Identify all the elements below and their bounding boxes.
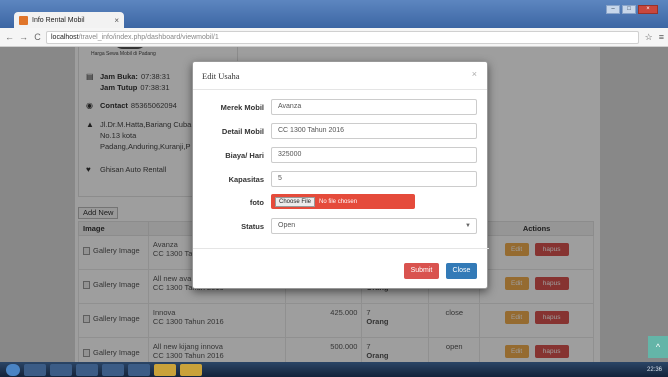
os-taskbar: 22:36	[0, 362, 668, 377]
modal-title: Edit Usaha	[202, 71, 240, 81]
maximize-button[interactable]: □	[622, 5, 636, 14]
modal-header: Edit Usaha ×	[193, 62, 487, 90]
start-button[interactable]	[6, 363, 20, 376]
kapasitas-label: Kapasitas	[228, 175, 264, 184]
window-controls: – □ ×	[606, 5, 658, 14]
close-window-button[interactable]: ×	[638, 5, 658, 14]
back-icon[interactable]: ←	[4, 32, 15, 43]
biaya-hari-input[interactable]: 325000	[271, 147, 477, 163]
merek-mobil-row: Merek Mobil Avanza	[193, 99, 489, 115]
status-label: Status	[241, 222, 264, 231]
url-path: /travel_info/index.php/dashboard/viewmob…	[78, 33, 219, 41]
detail-mobil-input[interactable]: CC 1300 Tahun 2016	[271, 123, 477, 139]
modal-close-icon[interactable]: ×	[472, 69, 477, 79]
taskbar-app[interactable]	[50, 363, 72, 376]
foto-row: foto Choose File No file chosen	[193, 194, 489, 210]
foto-file-input[interactable]: Choose File No file chosen	[271, 194, 415, 209]
bookmark-star-icon[interactable]: ☆	[645, 32, 653, 43]
submit-button[interactable]: Submit	[404, 263, 439, 279]
address-bar: ← → C localhost /travel_info/index.php/d…	[0, 28, 668, 47]
minimize-button[interactable]: –	[606, 5, 620, 14]
scroll-to-top-button[interactable]: ^	[648, 336, 668, 358]
browser-tab-bar: Info Rental Mobil × – □ ×	[0, 0, 668, 28]
taskbar-app[interactable]	[24, 363, 46, 376]
taskbar-app[interactable]	[102, 363, 124, 376]
chevron-down-icon: ▼	[465, 223, 471, 229]
close-button[interactable]: Close	[446, 263, 477, 279]
merek-mobil-label: Merek Mobil	[220, 103, 264, 112]
biaya-hari-row: Biaya/ Hari 325000	[193, 147, 489, 163]
url-host: localhost	[51, 33, 79, 41]
status-row: Status Open ▼	[193, 218, 489, 234]
taskbar-app[interactable]	[76, 363, 98, 376]
forward-icon[interactable]: →	[18, 32, 29, 43]
merek-mobil-input[interactable]: Avanza	[271, 99, 477, 115]
kapasitas-input[interactable]: 5	[271, 171, 477, 187]
choose-file-button[interactable]: Choose File	[275, 196, 316, 207]
taskbar-app[interactable]	[154, 363, 176, 376]
taskbar-app[interactable]	[128, 363, 150, 376]
url-field[interactable]: localhost /travel_info/index.php/dashboa…	[46, 30, 639, 44]
tab-close-icon[interactable]: ×	[114, 16, 119, 25]
taskbar-app[interactable]	[180, 363, 202, 376]
status-select[interactable]: Open ▼	[271, 218, 477, 234]
reload-icon[interactable]: C	[32, 32, 43, 43]
system-clock: 22:36	[646, 366, 662, 373]
menu-icon[interactable]: ≡	[659, 32, 664, 43]
favicon-icon	[19, 15, 28, 25]
foto-label: foto	[249, 198, 264, 207]
no-file-text: No file chosen	[319, 198, 358, 205]
tab-title: Info Rental Mobil	[32, 16, 85, 24]
detail-mobil-label: Detail Mobil	[221, 127, 264, 136]
detail-mobil-row: Detail Mobil CC 1300 Tahun 2016	[193, 123, 489, 139]
page-viewport: Harga Sewa Mobil di Padang ▤ Jam Buka: 07…	[0, 47, 668, 362]
edit-usaha-modal: Edit Usaha × Merek Mobil Avanza Detail M…	[192, 61, 489, 290]
browser-tab[interactable]: Info Rental Mobil ×	[14, 12, 124, 28]
biaya-hari-label: Biaya/ Hari	[225, 151, 264, 160]
kapasitas-row: Kapasitas 5	[193, 171, 489, 187]
modal-footer: Submit Close	[193, 248, 489, 290]
status-selected-value: Open	[278, 222, 296, 229]
